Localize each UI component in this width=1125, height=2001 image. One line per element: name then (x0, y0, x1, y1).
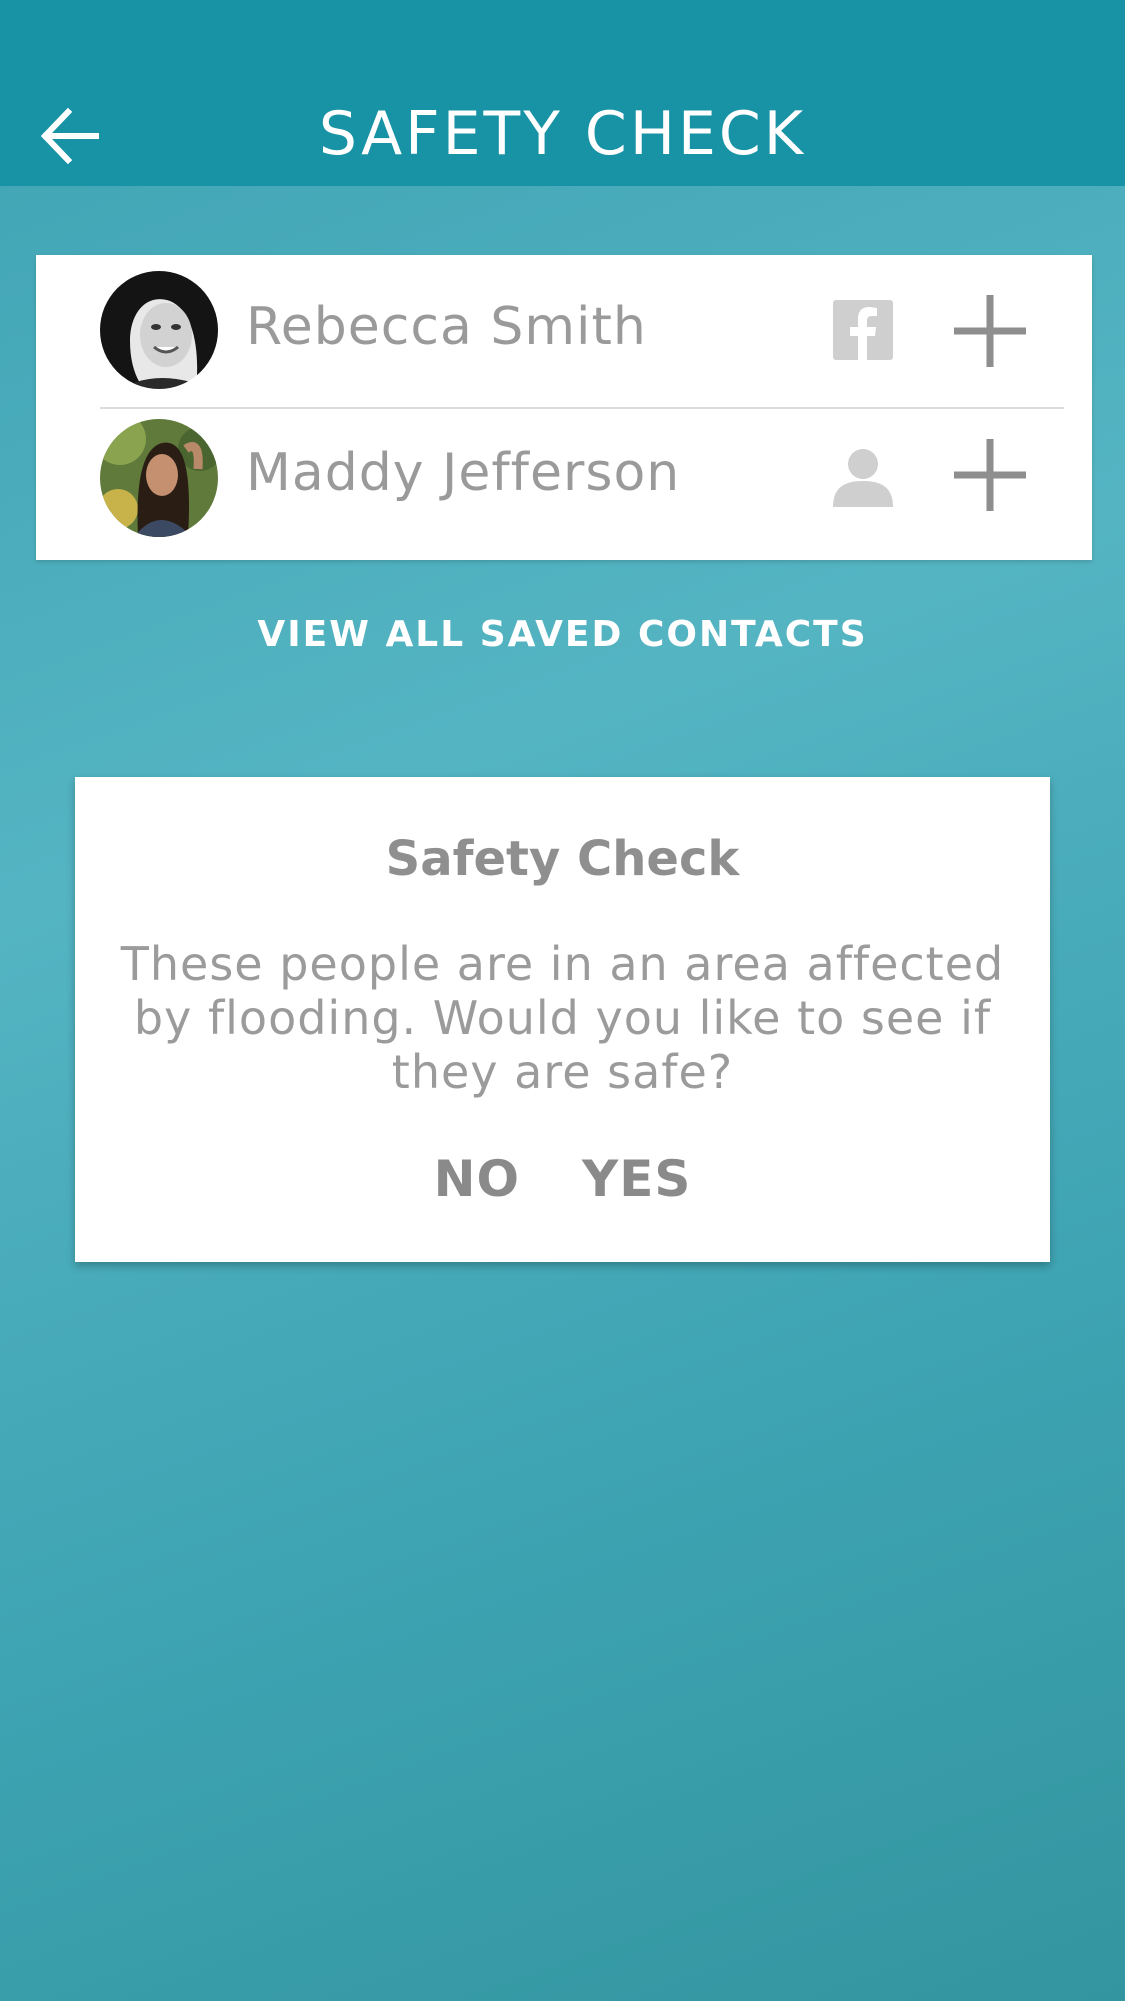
yes-button[interactable]: YES (582, 1147, 691, 1217)
no-button[interactable]: NO (434, 1147, 520, 1217)
plus-icon (954, 295, 1026, 367)
facebook-icon (833, 300, 893, 360)
add-contact-button[interactable] (954, 295, 1026, 367)
add-contact-button[interactable] (954, 439, 1026, 511)
list-item[interactable]: Rebecca Smith (36, 255, 1092, 405)
contacts-list: Rebecca Smith Maddy Jefferson (36, 255, 1092, 560)
page-title: SAFETY CHECK (318, 99, 807, 169)
person-icon (833, 447, 893, 507)
list-item[interactable]: Maddy Jefferson (36, 407, 1092, 557)
dialog-actions: NO YES (75, 1147, 1050, 1217)
contact-name: Maddy Jefferson (246, 443, 681, 503)
app-header: SAFETY CHECK (0, 0, 1125, 186)
plus-icon (954, 439, 1026, 511)
avatar (100, 419, 218, 537)
dialog-message: These people are in an area affected by … (120, 937, 1005, 1099)
contact-name: Rebecca Smith (246, 297, 647, 357)
view-all-saved-contacts-link[interactable]: VIEW ALL SAVED CONTACTS (0, 610, 1125, 660)
avatar (100, 271, 218, 389)
safety-check-dialog: Safety Check These people are in an area… (75, 777, 1050, 1262)
dialog-title: Safety Check (385, 831, 740, 887)
